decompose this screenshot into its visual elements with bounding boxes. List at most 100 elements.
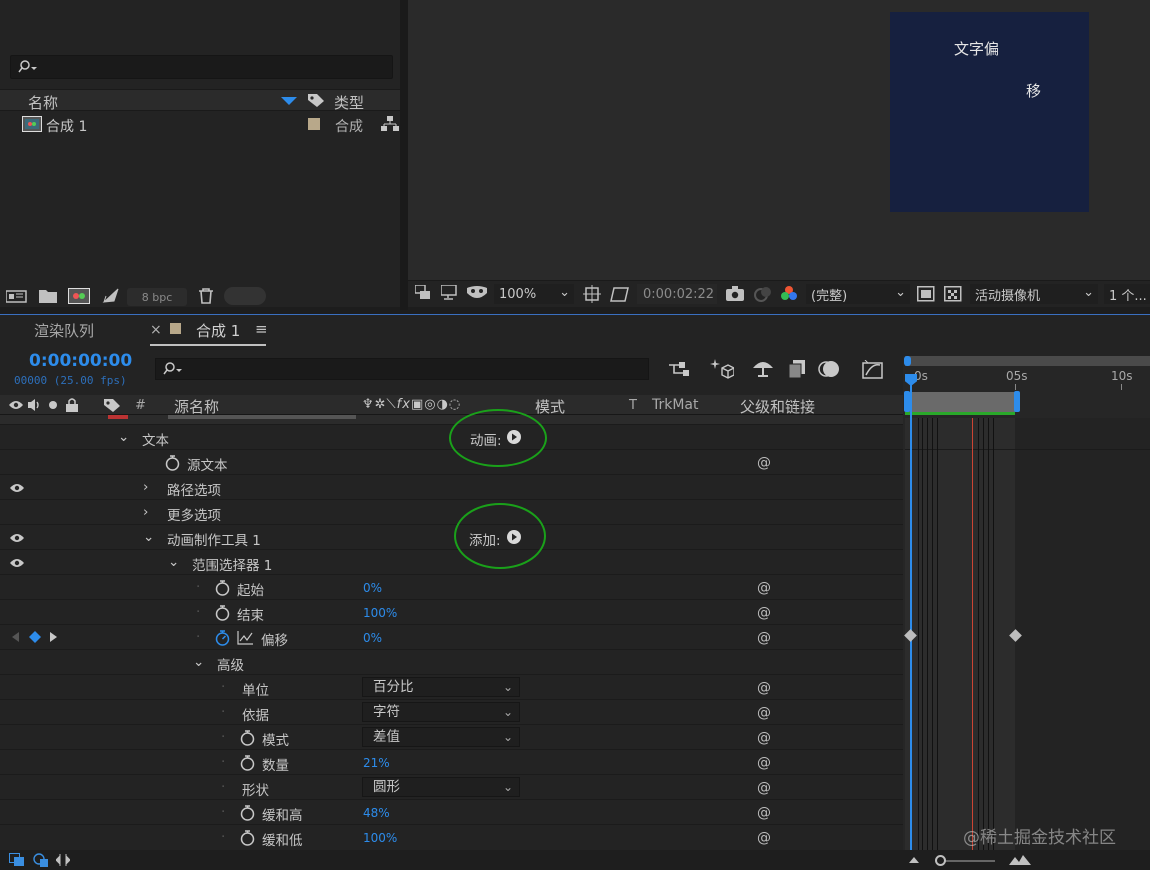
resolution-select[interactable]: (完整) ⌄ — [806, 284, 910, 304]
eye-icon[interactable] — [9, 557, 25, 569]
pick-whip-icon[interactable]: @ — [757, 755, 771, 771]
snapshot-camera-icon[interactable] — [726, 286, 744, 301]
expand-chevron-icon[interactable]: › — [143, 479, 148, 495]
column-mode[interactable]: 模式 — [535, 396, 565, 417]
pick-whip-icon[interactable]: @ — [757, 805, 771, 821]
pick-whip-icon[interactable]: @ — [757, 605, 771, 621]
stopwatch-active-icon[interactable] — [215, 630, 230, 646]
pick-whip-icon[interactable]: @ — [757, 455, 771, 471]
preview-region-icon[interactable] — [415, 285, 431, 301]
units-select[interactable]: 百分比 ⌄ — [362, 677, 520, 697]
column-source-name[interactable]: 源名称 — [174, 396, 219, 417]
zoom-select[interactable]: 100% ⌄ — [494, 284, 574, 304]
eye-icon[interactable] — [8, 399, 24, 411]
previous-keyframe-icon[interactable] — [12, 632, 20, 642]
stopwatch-icon[interactable] — [240, 805, 255, 821]
stopwatch-icon[interactable] — [240, 830, 255, 846]
graph-editor-icon[interactable] — [862, 360, 884, 380]
next-keyframe-icon[interactable] — [50, 632, 58, 642]
trash-icon[interactable] — [199, 288, 213, 304]
pick-whip-icon[interactable]: @ — [757, 705, 771, 721]
flowchart-icon[interactable] — [381, 116, 399, 132]
in-out-icon[interactable] — [56, 853, 70, 867]
sort-arrow-icon[interactable] — [281, 97, 297, 105]
transparency-grid-icon[interactable] — [944, 286, 962, 302]
property-row-ease-high[interactable]: · 缓和高 48% @ — [0, 799, 903, 824]
shy-layers-icon[interactable] — [752, 359, 774, 379]
column-trkmat[interactable]: TrkMat — [652, 397, 699, 413]
work-area-bar[interactable] — [905, 392, 1018, 412]
transfer-controls-icon[interactable] — [33, 853, 49, 867]
pick-whip-icon[interactable]: @ — [757, 630, 771, 646]
pick-whip-icon[interactable]: @ — [757, 730, 771, 746]
property-row-animator-1[interactable]: ⌄ 动画制作工具 1 添加: — [0, 524, 903, 549]
stopwatch-icon[interactable] — [215, 605, 230, 621]
layer-switches-icon[interactable] — [9, 853, 25, 867]
property-row-start[interactable]: · 起始 0% @ — [0, 574, 903, 599]
pick-whip-icon[interactable]: @ — [757, 830, 771, 846]
panel-toggle-pill[interactable] — [224, 287, 266, 305]
property-row-mode[interactable]: · 模式 差值 ⌄ @ — [0, 724, 903, 749]
camera-select[interactable]: 活动摄像机 ⌄ — [970, 284, 1098, 304]
property-value[interactable]: 21% — [363, 756, 390, 770]
solo-icon[interactable] — [49, 401, 57, 409]
navigator-start-handle[interactable] — [904, 356, 911, 366]
stopwatch-icon[interactable] — [165, 455, 180, 471]
property-row-more-options[interactable]: › 更多选项 — [0, 499, 903, 524]
expand-chevron-icon[interactable]: ⌄ — [168, 554, 179, 570]
color-channels-icon[interactable] — [780, 285, 798, 303]
eye-icon[interactable] — [9, 482, 25, 494]
column-parent[interactable]: 父级和链接 — [740, 396, 815, 417]
property-value[interactable]: 0% — [363, 581, 382, 595]
pick-whip-icon[interactable]: @ — [757, 680, 771, 696]
new-folder-icon[interactable] — [39, 289, 57, 303]
property-row-shape[interactable]: · 形状 圆形 ⌄ @ — [0, 774, 903, 799]
property-row-based-on[interactable]: · 依据 字符 ⌄ @ — [0, 699, 903, 724]
property-row-amount[interactable]: · 数量 21% @ — [0, 749, 903, 774]
tab-render-queue[interactable]: 渲染队列 — [34, 320, 94, 341]
panel-divider[interactable] — [400, 0, 408, 310]
expand-chevron-icon[interactable]: ⌄ — [143, 529, 154, 545]
composition-canvas[interactable]: 文字偏 移 — [890, 12, 1089, 212]
motion-blur-icon[interactable] — [818, 359, 840, 379]
current-time-display[interactable]: 0:00:00:00 — [29, 351, 132, 371]
property-row-end[interactable]: · 结束 100% @ — [0, 599, 903, 624]
mask-visibility-icon[interactable] — [466, 286, 488, 300]
project-item-comp[interactable]: 合成 1 合成 — [0, 113, 400, 135]
toggle-transparency-icon[interactable] — [610, 285, 630, 303]
expand-chevron-icon[interactable]: › — [143, 504, 148, 520]
toggle-grid-icon[interactable] — [583, 285, 601, 303]
property-row-advanced[interactable]: ⌄ 高级 — [0, 649, 903, 674]
region-of-interest-icon[interactable] — [917, 286, 935, 302]
tab-close-icon[interactable]: × — [150, 322, 162, 338]
mode-select[interactable]: 差值 ⌄ — [362, 727, 520, 747]
property-row-range-selector[interactable]: ⌄ 范围选择器 1 — [0, 549, 903, 574]
property-row-source-text[interactable]: 源文本 @ — [0, 449, 903, 474]
view-layout-select[interactable]: 1 个... — [1104, 284, 1150, 304]
property-row-units[interactable]: · 单位 百分比 ⌄ @ — [0, 674, 903, 699]
property-row-path-options[interactable]: › 路径选项 — [0, 474, 903, 499]
current-time-indicator[interactable] — [910, 378, 912, 850]
zoom-out-mountain-icon[interactable] — [909, 856, 919, 863]
column-name[interactable]: 名称 — [28, 92, 58, 113]
audio-icon[interactable] — [27, 398, 43, 412]
property-value[interactable]: 48% — [363, 806, 390, 820]
work-area-end-handle[interactable] — [1014, 391, 1020, 412]
composition-flowchart-icon[interactable] — [668, 361, 690, 377]
property-value[interactable]: 0% — [363, 631, 382, 645]
tab-menu-icon[interactable]: ≡ — [255, 320, 268, 338]
show-snapshot-icon[interactable] — [754, 286, 772, 302]
column-type[interactable]: 类型 — [334, 92, 364, 113]
property-row-offset[interactable]: · 偏移 0% @ — [0, 624, 903, 649]
graph-icon[interactable] — [237, 631, 253, 645]
expand-chevron-icon[interactable]: ⌄ — [118, 429, 129, 445]
property-value[interactable]: 100% — [363, 606, 397, 620]
monitor-icon[interactable] — [441, 285, 457, 301]
current-time-field[interactable]: 0:00:02:22 — [637, 284, 717, 304]
add-keyframe-icon[interactable] — [29, 631, 41, 643]
new-composition-icon[interactable] — [68, 288, 90, 304]
stopwatch-icon[interactable] — [215, 580, 230, 596]
pick-whip-icon[interactable]: @ — [757, 780, 771, 796]
lock-icon[interactable] — [66, 398, 78, 412]
label-tag-icon[interactable] — [307, 93, 325, 108]
